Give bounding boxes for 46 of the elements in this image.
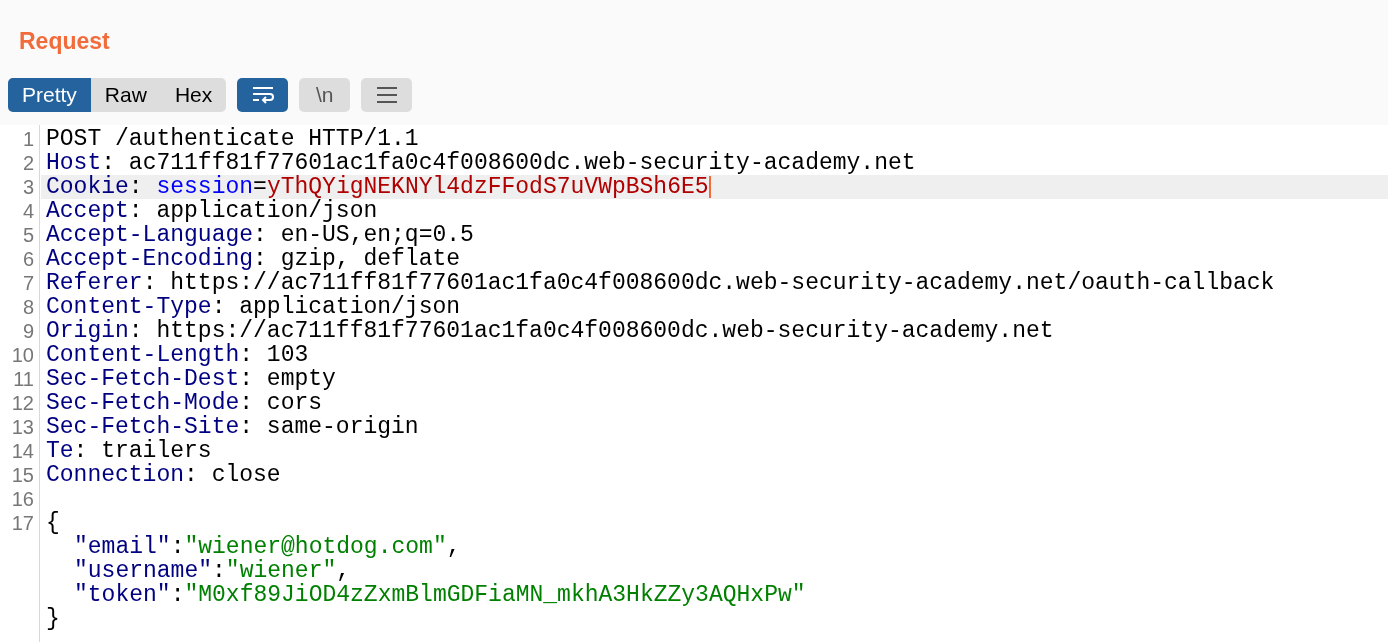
- view-tab[interactable]: Pretty: [8, 78, 91, 112]
- line-number: 5: [22, 223, 34, 247]
- line-number: 8: [22, 295, 34, 319]
- view-tab[interactable]: Hex: [160, 78, 227, 112]
- line-number: 4: [22, 199, 34, 223]
- line-number: 11: [13, 367, 34, 391]
- code-line: Accept: application/json: [46, 199, 378, 223]
- line-number: 6: [22, 247, 34, 271]
- line-number: 2: [22, 151, 34, 175]
- wrap-icon: [250, 85, 275, 105]
- code-line: Content-Length: 103: [46, 343, 309, 367]
- panel-title: Request: [19, 27, 110, 56]
- code-line: Origin: https://ac711ff81f77601ac1fa0c4f008600dc.web-security-academy.net: [46, 319, 1054, 343]
- line-number: 12: [11, 391, 34, 415]
- code-line: Content-Type: application/json: [46, 295, 461, 319]
- code-line: POST /authenticate HTTP/1.1: [46, 127, 419, 151]
- code-line: Sec-Fetch-Dest: empty: [46, 367, 336, 391]
- line-number: 7: [22, 271, 34, 295]
- line-number: 3: [22, 175, 34, 199]
- code-line: }: [46, 607, 60, 631]
- line-number: 9: [22, 319, 34, 343]
- code-line: {: [46, 511, 60, 535]
- line-number: 13: [11, 415, 34, 439]
- code-line: Sec-Fetch-Mode: cors: [46, 391, 323, 415]
- code-line: Referer: https://ac711ff81f77601ac1fa0c4f008600dc.web-security-academy.net/oauth-callback: [46, 271, 1275, 295]
- line-number: 15: [11, 463, 34, 487]
- code-line: Host: ac711ff81f77601ac1fa0c4f008600dc.web-security-academy.net: [46, 151, 916, 175]
- menu-icon: [374, 86, 399, 104]
- line-number: 16: [11, 487, 34, 511]
- line-number: 14: [11, 439, 34, 463]
- code-line: "token":"M0xf89JiOD4zZxmBlmGDFiaMN_mkhA3HkZZy3AQHxPw": [74, 583, 806, 607]
- code-line: "username":"wiener",: [74, 559, 351, 583]
- code-line: Sec-Fetch-Site: same-origin: [46, 415, 419, 439]
- code-line: Te: trailers: [46, 439, 212, 463]
- code-line: Accept-Language: en-US,en;q=0.5: [46, 223, 474, 247]
- code-line: Connection: close: [46, 463, 281, 487]
- code-line: Cookie: session=yThQYigNEKNYl4dzFFodS7uVWpBSh6E5: [46, 175, 709, 199]
- line-number: 10: [11, 343, 34, 367]
- code-line: "email":"wiener@hotdog.com",: [74, 535, 461, 559]
- line-number: 1: [22, 127, 34, 151]
- code-line: Accept-Encoding: gzip, deflate: [46, 247, 461, 271]
- view-tab[interactable]: Raw: [90, 78, 161, 112]
- wrap-button[interactable]: [237, 78, 289, 112]
- line-number: 17: [11, 511, 34, 535]
- menu-button[interactable]: [361, 78, 413, 112]
- newline-button[interactable]: \n: [299, 78, 351, 112]
